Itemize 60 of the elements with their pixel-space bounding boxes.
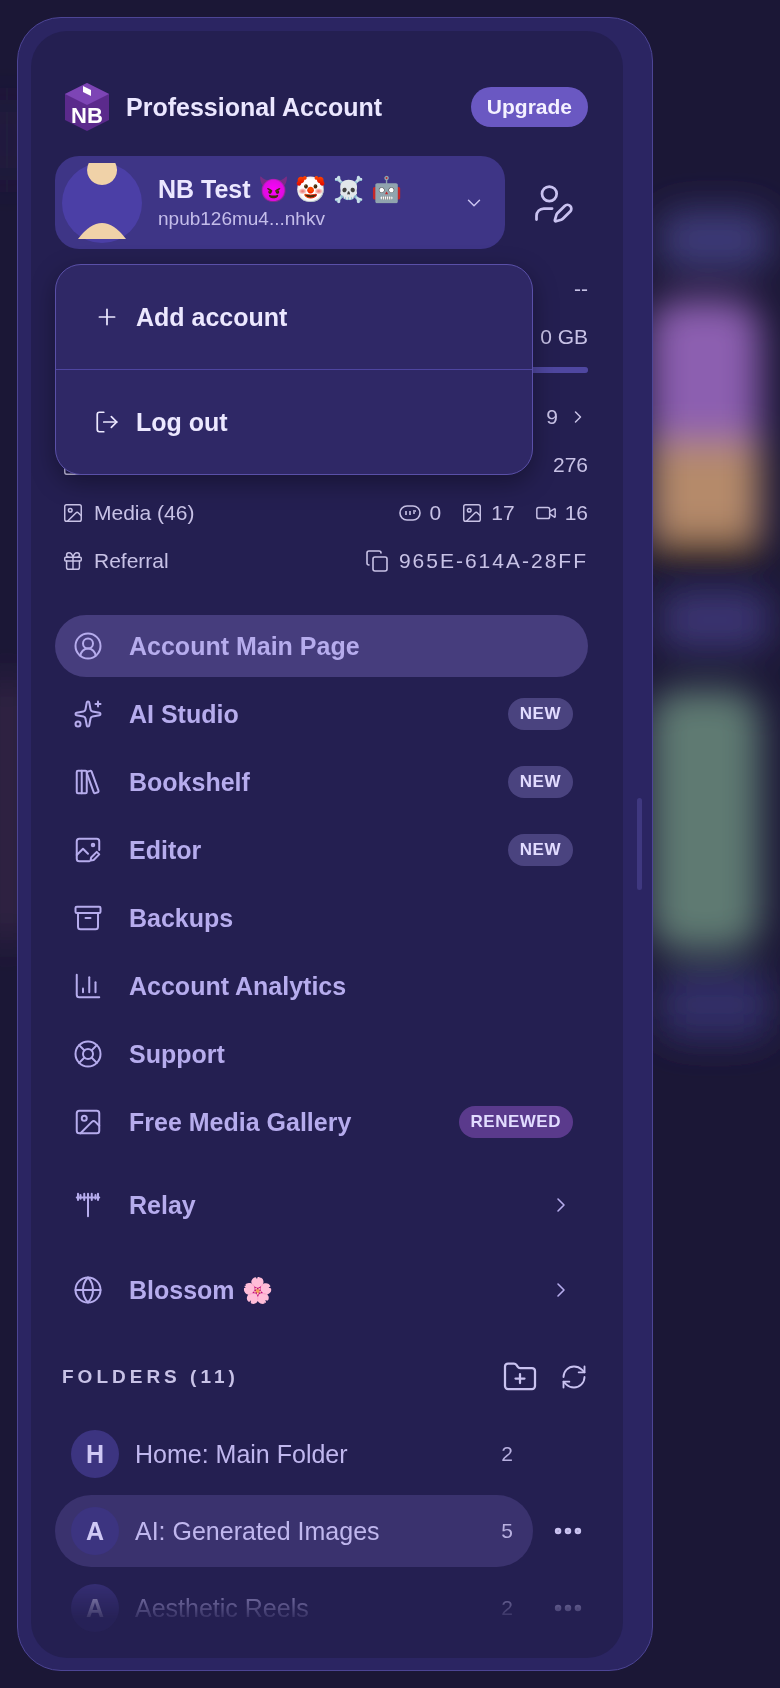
image-icon: [461, 502, 484, 524]
nav-item[interactable]: Editor NEW: [55, 819, 588, 881]
status-badge: NEW: [507, 834, 573, 866]
stat-label: Media (46): [94, 501, 196, 525]
nav-item[interactable]: Support: [55, 1023, 588, 1085]
account-switcher[interactable]: NB Test 😈 🤡 ☠ 🤖 npub126mu4...nhkv: [55, 156, 505, 249]
logo: NB: [62, 81, 112, 133]
image-icon: [73, 1107, 103, 1137]
folder-initial: A: [71, 1507, 119, 1555]
bar-chart-icon: [73, 971, 103, 1001]
folder-initial: H: [71, 1430, 119, 1478]
antenna-icon: [73, 1190, 103, 1220]
stat-value: --: [574, 277, 588, 301]
folder-count: 2: [501, 1442, 513, 1466]
folder-name: Home: Main Folder: [135, 1439, 349, 1469]
stat-label: Referral: [94, 549, 170, 573]
logout-icon: [94, 409, 120, 435]
media-count: 16: [564, 501, 588, 525]
section-heading: FOLDERS (11): [62, 1366, 240, 1388]
user-circle-icon: [73, 631, 103, 661]
nav-item[interactable]: Account Main Page: [55, 615, 588, 677]
folder-item[interactable]: H Home: Main Folder 2: [55, 1418, 533, 1490]
folder-count: 2: [501, 1596, 513, 1620]
gift-icon: [62, 550, 84, 572]
image-pen-icon: [73, 835, 103, 865]
globe-icon: [73, 1275, 103, 1305]
status-badge: RENEWED: [458, 1106, 573, 1138]
nav-item[interactable]: Account Analytics: [55, 955, 588, 1017]
folder-name: Aesthetic Reels: [135, 1593, 310, 1623]
status-badge: NEW: [507, 766, 573, 798]
account-name: NB Test 😈 🤡 ☠ 🤖: [158, 175, 404, 204]
stat-value: 0 GB: [540, 325, 588, 349]
folder-initial: A: [71, 1584, 119, 1632]
folder-count: 5: [501, 1519, 513, 1543]
menu-item[interactable]: Log out: [56, 369, 532, 474]
nav-item[interactable]: Blossom 🌸: [55, 1251, 588, 1329]
nav-item[interactable]: Relay: [55, 1166, 588, 1244]
nav-item[interactable]: Backups: [55, 887, 588, 949]
sparkles-icon: [73, 699, 103, 729]
stat-value: 9: [546, 405, 558, 429]
image-icon: [62, 502, 84, 524]
referral-code: 965E-614A-28FF: [398, 549, 588, 573]
nav-item[interactable]: Bookshelf NEW: [55, 751, 588, 813]
folder-name: AI: Generated Images: [135, 1516, 381, 1546]
copy-icon[interactable]: [364, 549, 389, 573]
nav-item[interactable]: Free Media Gallery RENEWED: [55, 1091, 588, 1153]
menu-item[interactable]: Add account: [56, 265, 532, 369]
lifebuoy-icon: [73, 1039, 103, 1069]
archive-box-icon: [73, 903, 103, 933]
account-key: npub126mu4...nhkv: [158, 208, 463, 230]
stat-value: 276: [552, 453, 588, 477]
media-count: 0: [429, 501, 442, 525]
refresh-icon[interactable]: [560, 1363, 588, 1391]
status-badge: NEW: [507, 698, 573, 730]
media-count: 17: [491, 501, 515, 525]
scrollbar-thumb[interactable]: [637, 798, 642, 890]
nav-item[interactable]: AI Studio NEW: [55, 683, 588, 745]
upgrade-button[interactable]: Upgrade: [470, 87, 588, 127]
account-plan-title: Professional Account: [126, 92, 384, 122]
folder-item[interactable]: A AI: Generated Images 5: [55, 1495, 533, 1567]
